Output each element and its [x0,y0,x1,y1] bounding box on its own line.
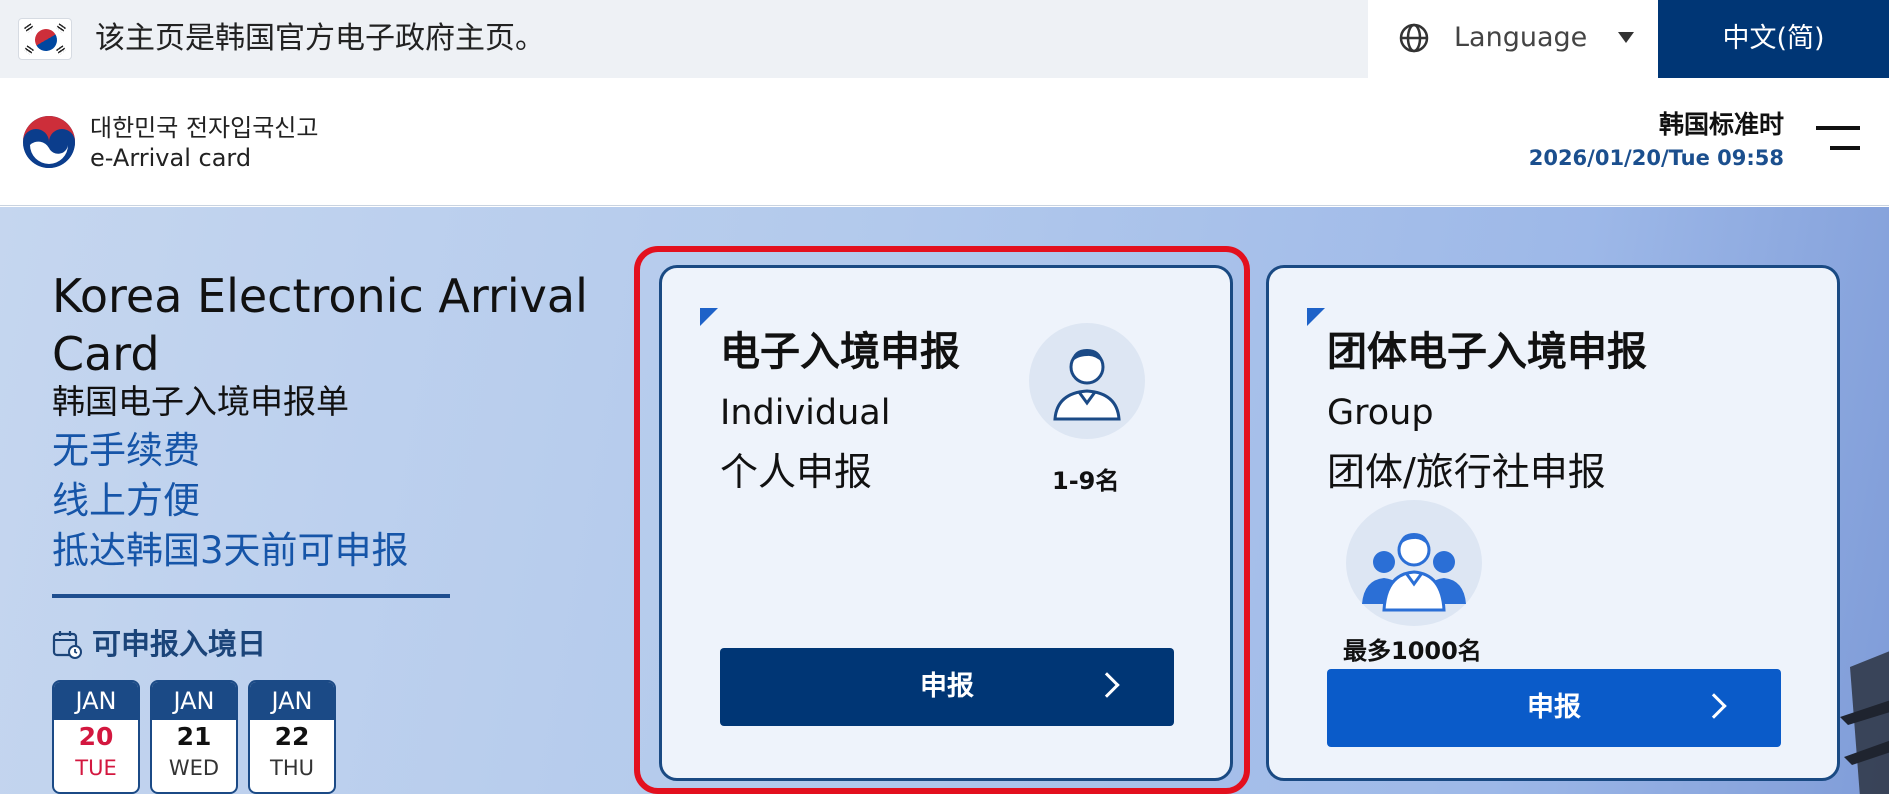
group-title: 团体电子入境申报 [1327,329,1647,375]
gov-notice-bar: 该主页是韩国官方电子政府主页。 Language 中文(简) [0,0,1889,78]
language-selector[interactable]: Language [1368,0,1658,78]
pagoda-illustration [1840,651,1889,794]
date-weekday: WED [168,756,220,780]
current-language-button[interactable]: 中文(简) [1658,0,1889,78]
globe-icon [1399,23,1429,53]
site-header: 대한민국 전자입국신고 e-Arrival card 韩国标准时 2026/01… [0,78,1889,206]
language-label: Language [1454,22,1588,53]
group-icon [1346,500,1482,626]
date-month: JAN [54,682,138,720]
chevron-right-icon [1094,672,1120,698]
feature-3-days: 抵达韩国3天前可申报 [52,529,409,572]
corner-marker [1307,308,1325,326]
date-card: JAN 20 TUE [52,680,140,794]
kst-datetime: 2026/01/20/Tue 09:58 [1528,146,1784,170]
group-arrival-card[interactable]: 团体电子入境申报 Group 团体/旅行社申报 最多1000名 申报 [1266,265,1840,781]
individual-arrival-card[interactable]: 电子入境申报 Individual 个人申报 1-9名 申报 [659,265,1233,781]
date-month: JAN [152,682,236,720]
date-card: JAN 22 THU [248,680,336,794]
hero-title: Korea Electronic Arrival Card [52,269,588,381]
date-weekday: THU [270,756,314,780]
hero-subtitle: 韩国电子入境申报单 [52,382,349,421]
date-month: JAN [250,682,334,720]
group-apply-button[interactable]: 申报 [1327,669,1781,747]
individual-en-label: Individual [720,393,891,433]
group-capacity: 最多1000名 [1343,637,1482,665]
feature-online: 线上方便 [52,479,200,522]
chevron-right-icon [1701,693,1727,719]
individual-cn-label: 个人申报 [720,450,873,494]
apply-button-label: 申报 [920,671,974,702]
apply-button-label: 申报 [1527,692,1581,723]
logo-english-text[interactable]: e-Arrival card [90,144,251,172]
caret-down-icon [1618,32,1634,43]
date-weekday: TUE [75,756,117,780]
group-en-label: Group [1327,393,1434,433]
group-cn-label: 团体/旅行社申报 [1327,450,1606,494]
available-dates-label: 可申报入境日 [92,627,267,661]
person-icon [1029,323,1145,439]
date-day: 21 [176,722,212,751]
date-card: JAN 21 WED [150,680,238,794]
date-day: 22 [274,722,310,751]
korea-flag-icon [18,18,72,60]
date-day: 20 [78,722,114,751]
individual-capacity: 1-9名 [1052,467,1120,495]
kst-label: 韩国标准时 [1658,110,1784,139]
calendar-icon [52,631,82,659]
feature-no-fee: 无手续费 [52,429,200,472]
hero-section: Korea Electronic Arrival Card 韩国电子入境申报单 … [0,207,1889,794]
corner-marker [700,308,718,326]
hamburger-menu-icon[interactable] [1812,126,1860,156]
gov-notice-text: 该主页是韩国官方电子政府主页。 [95,21,545,56]
logo-korean-text[interactable]: 대한민국 전자입국신고 [90,114,318,142]
taegeuk-logo-icon[interactable] [22,115,76,169]
individual-title: 电子入境申报 [720,329,960,375]
individual-apply-button[interactable]: 申报 [720,648,1174,726]
divider [52,594,450,598]
